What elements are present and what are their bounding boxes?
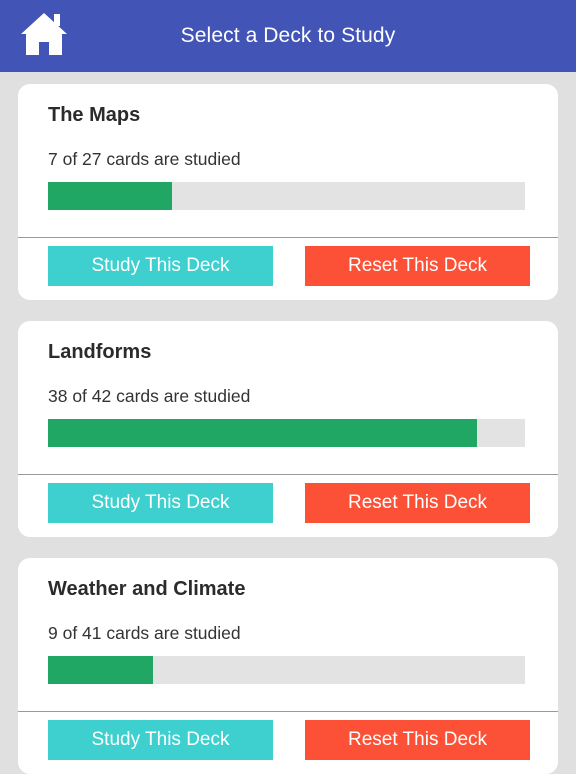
divider xyxy=(18,711,558,712)
divider xyxy=(18,237,558,238)
progress-bar xyxy=(48,182,525,210)
deck-title: Weather and Climate xyxy=(48,578,246,600)
deck-progress-text: 7 of 27 cards are studied xyxy=(48,149,241,169)
study-deck-button[interactable]: Study This Deck xyxy=(48,246,273,286)
page-title: Select a Deck to Study xyxy=(180,24,396,47)
deck-card: Weather and Climate 9 of 41 cards are st… xyxy=(18,558,558,774)
study-deck-button[interactable]: Study This Deck xyxy=(48,720,273,760)
progress-bar-fill xyxy=(48,419,478,447)
reset-deck-button[interactable]: Reset This Deck xyxy=(305,483,530,523)
deck-progress-text: 38 of 42 cards are studied xyxy=(48,386,251,406)
reset-deck-button[interactable]: Reset This Deck xyxy=(305,720,530,760)
deck-progress-text: 9 of 41 cards are studied xyxy=(48,623,241,643)
deck-card: Landforms 38 of 42 cards are studied Stu… xyxy=(18,321,558,537)
deck-list: The Maps 7 of 27 cards are studied Study… xyxy=(0,72,576,774)
deck-title: Landforms xyxy=(48,341,152,363)
top-bar: Select a Deck to Study xyxy=(0,0,576,72)
home-button[interactable] xyxy=(18,10,70,58)
reset-deck-button[interactable]: Reset This Deck xyxy=(305,246,530,286)
deck-title: The Maps xyxy=(48,104,141,126)
progress-bar-fill xyxy=(48,656,153,684)
divider xyxy=(18,474,558,475)
progress-bar-fill xyxy=(48,182,173,210)
home-icon xyxy=(21,13,67,55)
progress-bar xyxy=(48,656,525,684)
progress-bar xyxy=(48,419,525,447)
study-deck-button[interactable]: Study This Deck xyxy=(48,483,273,523)
deck-card: The Maps 7 of 27 cards are studied Study… xyxy=(18,84,558,300)
